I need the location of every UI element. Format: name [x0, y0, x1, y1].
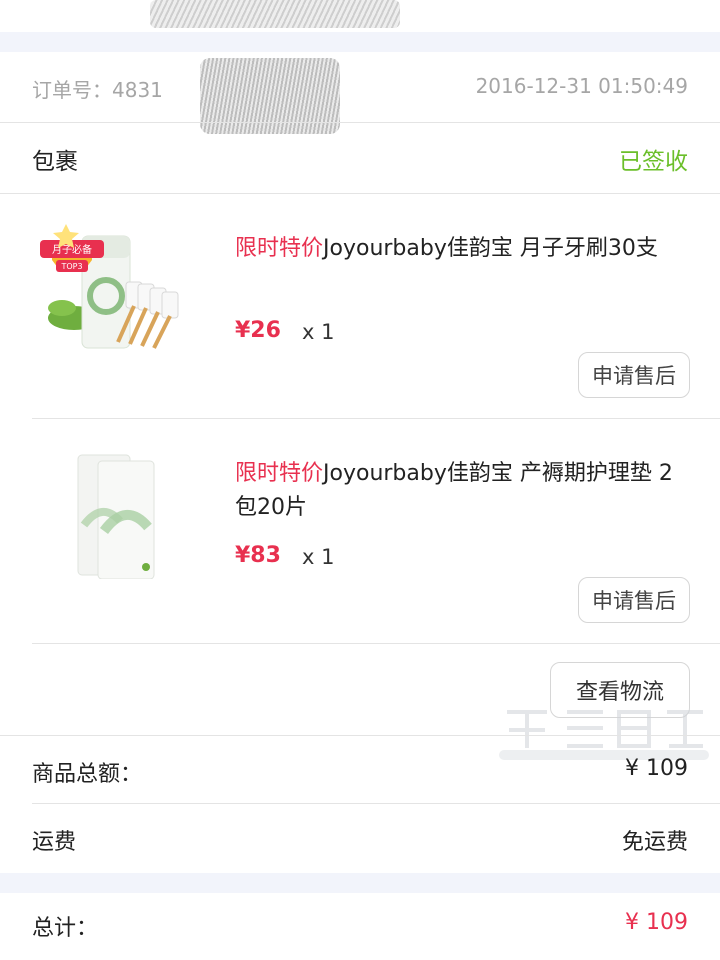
toothbrush-product-image: 月子必备 TOP3: [40, 224, 179, 349]
total-label: 总计：: [32, 916, 99, 941]
package-status: 已签收: [619, 149, 688, 175]
watermark-logo: [499, 710, 709, 760]
total-value: ¥ 109: [625, 910, 688, 935]
redaction-scribble: [150, 0, 400, 28]
package-label: 包裹: [32, 149, 78, 175]
promo-tag: 限时特价: [235, 461, 324, 486]
order-time: 2016-12-31 01:50:49: [475, 74, 688, 98]
after-sale-button[interactable]: 申请售后: [578, 577, 690, 623]
order-number: 订单号：4831: [32, 78, 163, 102]
subtotal-value: ¥ 109: [625, 756, 688, 781]
order-info-row: 订单号：4831 2016-12-31 01:50:49: [0, 52, 720, 122]
product-price: ¥83: [235, 543, 281, 568]
nursing-pad-product-image: [77, 454, 155, 579]
shipping-value: 免运费: [621, 830, 688, 855]
section-gap: [0, 32, 720, 52]
divider: [32, 643, 720, 644]
product-title[interactable]: 限时特价Joyourbaby佳韵宝 月子牙刷30支: [235, 232, 690, 266]
after-sale-button[interactable]: 申请售后: [578, 352, 690, 398]
product-qty: x 1: [302, 320, 335, 344]
divider: [32, 803, 720, 804]
shipping-label: 运费: [32, 830, 77, 855]
product-title[interactable]: 限时特价Joyourbaby佳韵宝 产褥期护理垫 2包20片: [235, 457, 690, 525]
badge-rank: TOP3: [60, 262, 82, 271]
divider: [0, 122, 720, 123]
promo-tag: 限时特价: [235, 236, 324, 261]
product-price: ¥26: [235, 318, 281, 343]
section-gap: [0, 873, 720, 893]
product-name: Joyourbaby佳韵宝 月子牙刷30支: [323, 236, 658, 261]
subtotal-label: 商品总额：: [32, 762, 143, 787]
divider: [0, 735, 720, 736]
order-item-2[interactable]: 限时特价Joyourbaby佳韵宝 产褥期护理垫 2包20片 ¥83 x 1 申…: [0, 419, 720, 643]
order-item-1[interactable]: 月子必备 TOP3 限时特价Joyourbaby佳韵宝 月子牙刷30支 ¥26 …: [0, 194, 720, 418]
product-qty: x 1: [302, 545, 335, 569]
